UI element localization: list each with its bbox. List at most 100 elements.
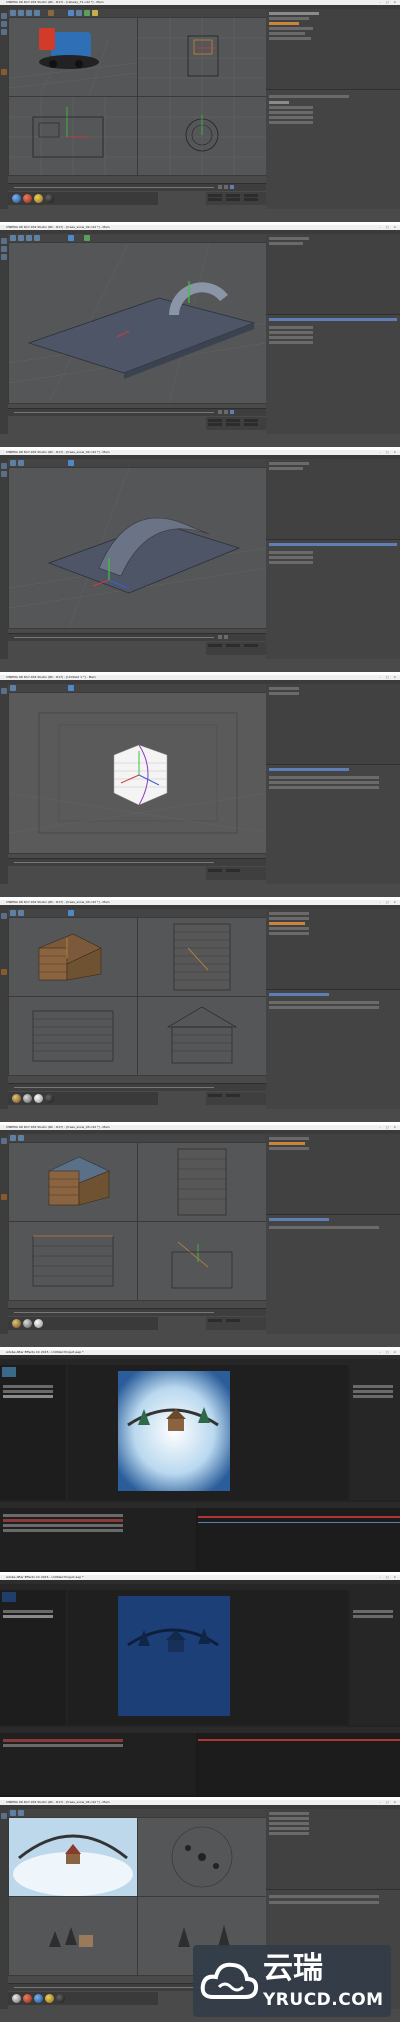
cube-icon[interactable]	[68, 910, 74, 916]
coordinates-manager[interactable]	[206, 642, 266, 655]
viewport-top[interactable]	[137, 1817, 267, 1897]
material-swatch[interactable]	[23, 1094, 32, 1103]
spline-icon[interactable]	[76, 10, 82, 16]
cube-icon[interactable]	[68, 235, 74, 241]
scale-icon[interactable]	[26, 235, 32, 241]
cube-icon[interactable]	[68, 685, 74, 691]
viewport-right[interactable]	[8, 1221, 138, 1301]
material-swatch[interactable]	[34, 194, 43, 203]
move-icon[interactable]	[18, 235, 24, 241]
render-icon[interactable]	[48, 10, 54, 16]
viewport-perspective[interactable]	[8, 1817, 138, 1897]
object-manager[interactable]	[266, 1134, 400, 1215]
composition-viewer[interactable]	[68, 1590, 348, 1725]
material-swatch[interactable]	[45, 1094, 54, 1103]
timeline[interactable]	[8, 858, 266, 866]
object-manager[interactable]	[266, 234, 400, 315]
coordinates-manager[interactable]	[206, 1317, 266, 1330]
material-swatch[interactable]	[45, 194, 54, 203]
points-mode-icon[interactable]	[1, 1138, 7, 1144]
attribute-manager[interactable]	[266, 91, 400, 209]
object-manager[interactable]	[266, 684, 400, 765]
timeline-graph[interactable]	[198, 1733, 400, 1795]
model-mode-icon[interactable]	[1, 69, 7, 75]
material-swatch[interactable]	[34, 1094, 43, 1103]
timeline[interactable]	[8, 633, 266, 641]
viewport-perspective[interactable]	[8, 242, 268, 404]
coordinates-manager[interactable]	[206, 417, 266, 430]
points-mode-icon[interactable]	[1, 1813, 7, 1819]
light-icon[interactable]	[92, 10, 98, 16]
material-swatch[interactable]	[12, 1994, 21, 2003]
material-swatch[interactable]	[12, 1094, 21, 1103]
undo-icon[interactable]	[10, 235, 16, 241]
model-mode-icon[interactable]	[1, 969, 7, 975]
material-swatch[interactable]	[12, 194, 21, 203]
edges-mode-icon[interactable]	[1, 21, 7, 27]
material-swatch[interactable]	[23, 1994, 32, 2003]
viewport-right[interactable]	[8, 996, 138, 1076]
polygons-mode-icon[interactable]	[1, 254, 7, 260]
scale-icon[interactable]	[26, 10, 32, 16]
viewport-perspective[interactable]	[8, 1142, 138, 1222]
cube-icon[interactable]	[68, 10, 74, 16]
project-panel[interactable]	[0, 1590, 66, 1725]
timeline-panel[interactable]	[0, 1727, 400, 1797]
nurbs-icon[interactable]	[84, 10, 90, 16]
coordinates-manager[interactable]	[206, 192, 266, 205]
edges-mode-icon[interactable]	[1, 471, 7, 477]
viewport-right[interactable]	[8, 1896, 138, 1976]
material-swatch[interactable]	[45, 1994, 54, 2003]
viewport-perspective[interactable]	[8, 17, 138, 97]
viewport-top[interactable]	[137, 1142, 267, 1222]
material-swatch[interactable]	[12, 1319, 21, 1328]
attribute-manager[interactable]	[266, 541, 400, 659]
viewport-perspective[interactable]	[8, 917, 138, 997]
timeline[interactable]	[8, 1083, 266, 1091]
effects-panel[interactable]	[350, 1365, 400, 1500]
material-swatch[interactable]	[56, 1994, 65, 2003]
project-panel[interactable]	[0, 1365, 66, 1500]
material-swatch[interactable]	[34, 1319, 43, 1328]
material-manager[interactable]	[8, 1092, 158, 1105]
polygons-mode-icon[interactable]	[1, 29, 7, 35]
undo-icon[interactable]	[10, 1135, 16, 1141]
material-manager[interactable]	[8, 1992, 158, 2005]
viewport-top[interactable]	[137, 17, 267, 97]
attribute-manager[interactable]	[266, 766, 400, 884]
viewport-front[interactable]	[137, 1221, 267, 1301]
layer-list[interactable]	[0, 1508, 196, 1570]
material-manager[interactable]	[8, 1317, 158, 1330]
viewport-perspective[interactable]	[8, 467, 268, 629]
rotate-icon[interactable]	[34, 235, 40, 241]
model-mode-icon[interactable]	[1, 1194, 7, 1200]
move-icon[interactable]	[18, 1135, 24, 1141]
coordinates-manager[interactable]	[206, 1092, 266, 1105]
undo-icon[interactable]	[10, 460, 16, 466]
attribute-manager[interactable]	[266, 316, 400, 434]
attribute-manager[interactable]	[266, 1216, 400, 1334]
material-swatch[interactable]	[23, 194, 32, 203]
points-mode-icon[interactable]	[1, 688, 7, 694]
attribute-manager[interactable]	[266, 991, 400, 1109]
material-swatch[interactable]	[23, 1319, 32, 1328]
timeline[interactable]	[8, 183, 266, 191]
points-mode-icon[interactable]	[1, 913, 7, 919]
move-icon[interactable]	[18, 1810, 24, 1816]
material-swatch[interactable]	[34, 1994, 43, 2003]
timeline-graph[interactable]	[198, 1508, 400, 1570]
effects-panel[interactable]	[350, 1590, 400, 1725]
viewport-perspective[interactable]	[8, 692, 268, 854]
points-mode-icon[interactable]	[1, 13, 7, 19]
undo-icon[interactable]	[10, 1810, 16, 1816]
viewport-front[interactable]	[137, 96, 267, 176]
object-manager[interactable]	[266, 459, 400, 540]
composition-viewer[interactable]	[68, 1365, 348, 1500]
undo-icon[interactable]	[10, 685, 16, 691]
material-manager[interactable]	[8, 192, 158, 205]
viewport-front[interactable]	[137, 996, 267, 1076]
edges-mode-icon[interactable]	[1, 246, 7, 252]
points-mode-icon[interactable]	[1, 463, 7, 469]
timeline[interactable]	[8, 408, 266, 416]
cube-icon[interactable]	[68, 460, 74, 466]
